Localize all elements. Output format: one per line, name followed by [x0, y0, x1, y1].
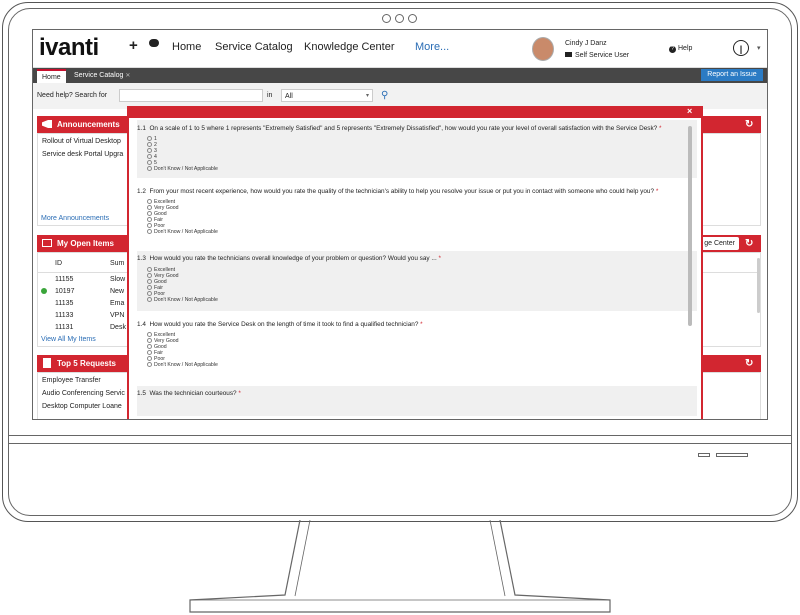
search-in-label: in [267, 92, 273, 99]
camera-dot-icon [395, 14, 404, 23]
search-scope-select[interactable]: All ▾ [281, 89, 373, 102]
chat-icon[interactable] [149, 39, 159, 47]
bezel-divider [8, 443, 792, 444]
help-link[interactable]: ? Help [669, 45, 692, 53]
user-avatar[interactable] [532, 37, 554, 61]
tab-service-catalog-label: Service Catalog [74, 72, 124, 79]
question-title: 1.4 How would you rate the Service Desk … [137, 321, 423, 328]
table-row-id[interactable]: 11155 [55, 276, 73, 283]
document-icon [43, 358, 51, 368]
nav-more[interactable]: More... [415, 41, 449, 53]
chevron-down-icon[interactable]: ▾ [757, 44, 761, 52]
tab-home[interactable]: Home [37, 69, 66, 83]
radio-option[interactable]: Don't Know / Not Applicable [147, 297, 218, 303]
request-item[interactable]: Employee Transfer [42, 377, 101, 384]
bezel-divider [8, 435, 792, 436]
modal-scrollbar[interactable] [688, 126, 692, 326]
table-row-id[interactable]: 11135 [55, 300, 73, 307]
request-item[interactable]: Desktop Computer Loane [42, 403, 122, 410]
more-announcements-link[interactable]: More Announcements [41, 215, 109, 222]
question-title: 1.3 How would you rate the technicians o… [137, 255, 441, 262]
user-role-label: Self Service User [575, 52, 630, 59]
radio-option[interactable]: Don't Know / Not Applicable [147, 229, 218, 235]
ivanti-logo[interactable]: ivanti [39, 34, 99, 62]
check-status-icon [41, 288, 47, 294]
request-item[interactable]: Audio Conferencing Servic [42, 390, 125, 397]
question-title: 1.5 Was the technician courteous? * [137, 390, 241, 397]
table-row-summary[interactable]: New [110, 288, 124, 295]
top-requests-title: Top 5 Requests [57, 359, 116, 368]
announcements-title: Announcements [57, 120, 120, 129]
user-role[interactable]: Self Service User [565, 52, 629, 59]
table-row-summary[interactable]: VPN [110, 312, 124, 319]
report-issue-button[interactable]: Report an Issue [701, 69, 763, 81]
tab-service-catalog[interactable]: Service Catalog ✕ [69, 69, 135, 83]
question-block: 1.1 On a scale of 1 to 5 where 1 represe… [137, 120, 697, 178]
column-header-id[interactable]: ID [55, 260, 62, 267]
refresh-icon[interactable]: ↻ [745, 116, 753, 133]
announcement-item[interactable]: Rollout of Virtual Desktop [42, 138, 121, 145]
user-name[interactable]: Cindy J Danz [565, 40, 607, 47]
table-row-id[interactable]: 11131 [55, 324, 73, 331]
megaphone-icon [42, 120, 52, 128]
question-block: 1.3 How would you rate the technicians o… [137, 251, 697, 311]
table-row-summary[interactable]: Ema [110, 300, 124, 307]
table-row-summary[interactable]: Slow [110, 276, 125, 283]
view-all-items-link[interactable]: View All My Items [41, 336, 96, 343]
search-scope-value: All [285, 93, 293, 100]
refresh-icon[interactable]: ↻ [745, 355, 753, 372]
camera-dot-icon [408, 14, 417, 23]
refresh-icon[interactable]: ↻ [745, 235, 753, 252]
camera-dot-icon [382, 14, 391, 23]
column-header-summary[interactable]: Sum [110, 260, 124, 267]
panel-scrollbar[interactable] [757, 258, 760, 313]
nav-service-catalog[interactable]: Service Catalog [215, 41, 293, 53]
envelope-icon [565, 52, 572, 57]
nav-home[interactable]: Home [172, 41, 201, 53]
search-icon[interactable]: ⚲ [381, 90, 388, 101]
radio-option[interactable]: Don't Know / Not Applicable [147, 166, 218, 172]
top-header: ivanti + Home Service Catalog Knowledge … [33, 30, 767, 68]
question-title: 1.1 On a scale of 1 to 5 where 1 represe… [137, 125, 662, 132]
help-icon: ? [669, 46, 676, 53]
app-screen: ivanti + Home Service Catalog Knowledge … [32, 29, 768, 420]
question-block: 1.4 How would you rate the Service Desk … [137, 321, 697, 379]
radio-option[interactable]: Don't Know / Not Applicable [147, 362, 218, 368]
open-items-title: My Open Items [57, 239, 114, 248]
survey-modal: × 1.1 On a scale of 1 to 5 where 1 repre… [127, 106, 703, 419]
inbox-icon [42, 239, 52, 247]
search-label: Need help? Search for [37, 92, 108, 99]
table-row-id[interactable]: 10197 [55, 288, 74, 295]
tab-bar: Home Service Catalog ✕ Report an Issue [33, 68, 767, 83]
question-title: 1.2 From your most recent experience, ho… [137, 188, 659, 195]
close-icon[interactable]: × [687, 106, 692, 116]
add-icon[interactable]: + [129, 37, 138, 54]
monitor-stand [189, 520, 611, 613]
chevron-down-icon: ▾ [365, 93, 369, 99]
power-icon[interactable]: | [733, 40, 749, 56]
help-label: Help [678, 45, 693, 52]
chin-button-icon [698, 453, 710, 457]
question-block: 1.5 Was the technician courteous? * [137, 386, 697, 416]
chin-slot-icon [716, 453, 748, 457]
announcement-item[interactable]: Service desk Portal Upgra [42, 151, 123, 158]
search-input[interactable] [119, 89, 263, 102]
question-block: 1.2 From your most recent experience, ho… [137, 188, 697, 246]
nav-knowledge-center[interactable]: Knowledge Center [304, 41, 395, 53]
table-row-summary[interactable]: Desk [110, 324, 126, 331]
close-tab-icon[interactable]: ✕ [125, 73, 130, 79]
table-row-id[interactable]: 11133 [55, 312, 73, 319]
